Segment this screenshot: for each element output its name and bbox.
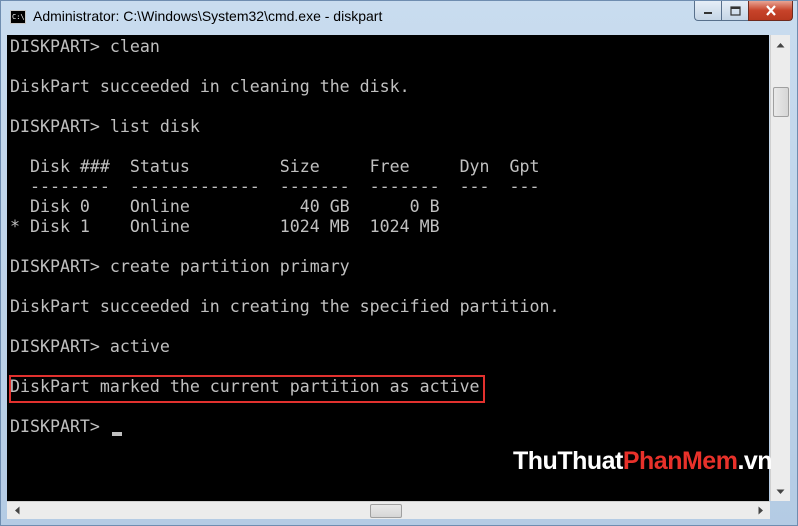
arrow-down-icon xyxy=(776,489,785,494)
arrow-up-icon xyxy=(776,42,785,47)
title-bar[interactable]: C:\ Administrator: C:\Windows\System32\c… xyxy=(1,1,797,35)
arrow-left-icon xyxy=(14,506,19,515)
disk-table-row: Disk 0 Online 40 GB 0 B xyxy=(10,197,440,216)
disk-table-header: Disk ### Status Size Free Dyn Gpt xyxy=(10,157,540,176)
watermark-part: .vn xyxy=(737,447,773,475)
console-line: DISKPART> active xyxy=(10,337,170,356)
text-cursor xyxy=(112,432,122,436)
cmd-app-icon[interactable]: C:\ xyxy=(10,10,26,24)
maximize-icon xyxy=(729,5,741,16)
close-button[interactable] xyxy=(748,1,793,21)
console-line: DISKPART> list disk xyxy=(10,117,200,136)
scroll-down-button[interactable] xyxy=(772,483,789,500)
console-line: DISKPART> clean xyxy=(10,37,160,56)
close-icon xyxy=(765,5,776,16)
disk-table-separator: -------- ------------- ------- ------- -… xyxy=(10,177,540,196)
disk-table-row: * Disk 1 Online 1024 MB 1024 MB xyxy=(10,217,440,236)
highlight-annotation-box xyxy=(9,375,485,403)
console-line: DiskPart succeeded in cleaning the disk. xyxy=(10,77,410,96)
maximize-button[interactable] xyxy=(721,1,748,21)
site-watermark: ThuThuatPhanMem.vn xyxy=(513,447,773,476)
window-title: Administrator: C:\Windows\System32\cmd.e… xyxy=(33,8,383,24)
window-controls xyxy=(694,1,793,22)
horizontal-scroll-thumb[interactable] xyxy=(370,504,402,518)
horizontal-scrollbar[interactable] xyxy=(7,501,770,519)
arrow-right-icon xyxy=(758,506,763,515)
console-line: DISKPART> create partition primary xyxy=(10,257,350,276)
command-prompt-line: DISKPART> xyxy=(10,417,110,436)
scroll-up-button[interactable] xyxy=(772,36,789,53)
minimize-button[interactable] xyxy=(694,1,721,21)
minimize-icon xyxy=(704,11,712,14)
scroll-left-button[interactable] xyxy=(8,502,25,519)
console-output[interactable]: DISKPART> clean DiskPart succeeded in cl… xyxy=(7,35,769,518)
scroll-right-button[interactable] xyxy=(752,502,769,519)
cmd-app-icon-glyph: C:\ xyxy=(12,13,25,21)
vertical-scroll-thumb[interactable] xyxy=(773,87,789,117)
console-line: DiskPart succeeded in creating the speci… xyxy=(10,297,560,316)
watermark-part: ThuThuat xyxy=(513,447,623,475)
watermark-part: PhanMem xyxy=(622,447,738,475)
vertical-scrollbar[interactable] xyxy=(770,35,790,501)
